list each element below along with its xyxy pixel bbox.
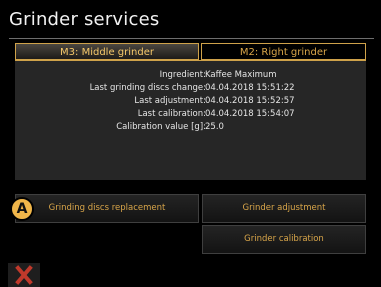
info-label: Ingredient:	[159, 70, 206, 80]
info-label: Last calibration:	[137, 109, 206, 119]
grinding-discs-replacement-button[interactable]: Grinding discs replacement	[15, 194, 199, 223]
info-value: 25.0	[205, 122, 224, 132]
info-value: 04.04.2018 15:54:07	[205, 109, 295, 119]
info-row-calibration-value: Calibration value [g]: 25.0	[15, 121, 366, 133]
tab-right-grinder[interactable]: M2: Right grinder	[201, 43, 366, 60]
page-title: Grinder services	[9, 9, 160, 30]
grinder-calibration-button[interactable]: Grinder calibration	[202, 225, 366, 254]
grinder-adjustment-button[interactable]: Grinder adjustment	[202, 194, 366, 223]
info-row-last-calibration: Last calibration: 04.04.2018 15:54:07	[15, 108, 366, 120]
callout-marker-a: A	[10, 197, 34, 221]
info-value: 04.04.2018 15:51:22	[205, 83, 295, 93]
info-row-discs-change: Last grinding discs change: 04.04.2018 1…	[15, 82, 366, 94]
info-row-ingredient: Ingredient: Kaffee Maximum	[15, 69, 366, 81]
info-label: Calibration value [g]:	[116, 122, 206, 132]
title-divider	[9, 38, 374, 39]
close-button[interactable]	[8, 263, 40, 287]
grinder-info-panel: Ingredient: Kaffee Maximum Last grinding…	[15, 60, 366, 180]
tab-middle-grinder[interactable]: M3: Middle grinder	[15, 43, 199, 60]
info-row-last-adjustment: Last adjustment: 04.04.2018 15:52:57	[15, 95, 366, 107]
info-label: Last adjustment:	[134, 96, 206, 106]
close-icon	[15, 265, 33, 285]
grinder-services-screen: Grinder services M3: Middle grinder M2: …	[0, 0, 381, 287]
info-value: 04.04.2018 15:52:57	[205, 96, 295, 106]
info-label: Last grinding discs change:	[89, 83, 206, 93]
info-value: Kaffee Maximum	[205, 70, 277, 80]
